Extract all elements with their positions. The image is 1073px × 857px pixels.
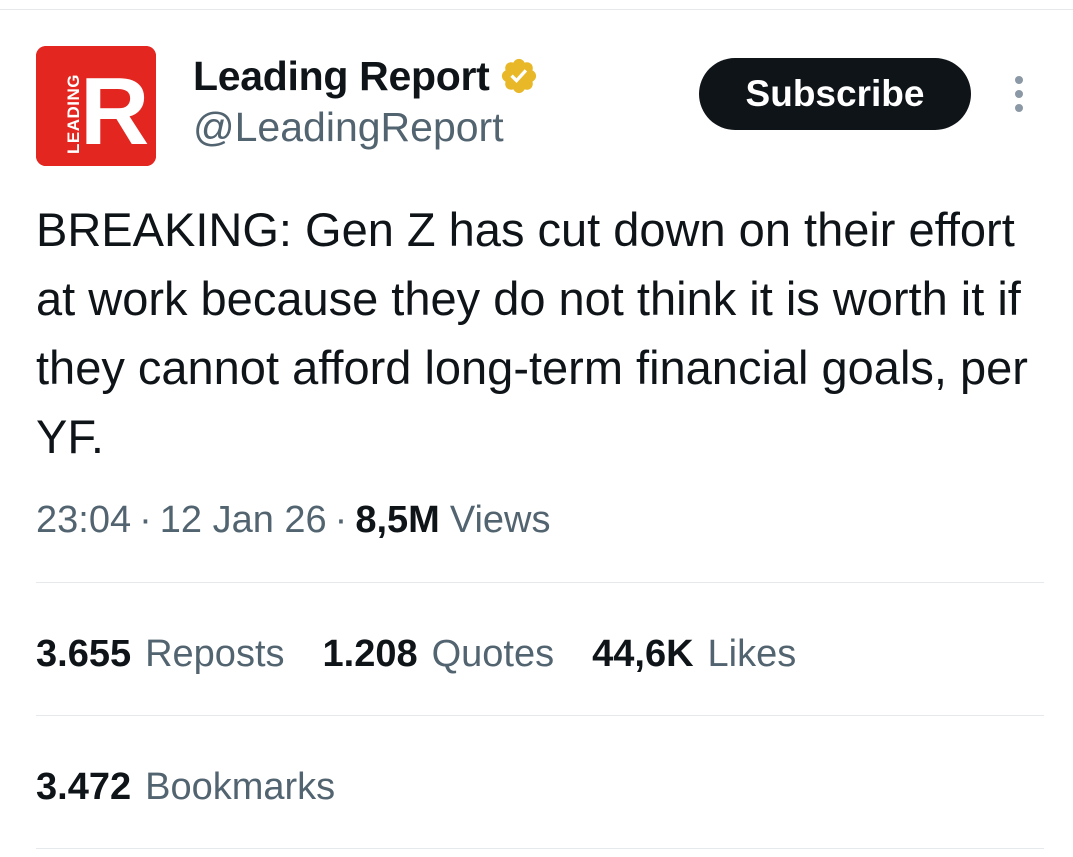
leading-report-logo: LEADING R [36, 46, 156, 166]
subscribe-button[interactable]: Subscribe [699, 58, 971, 130]
top-divider [0, 9, 1073, 10]
reposts-stat[interactable]: 3.655 Reposts [36, 633, 285, 676]
avatar[interactable]: LEADING R [36, 46, 156, 166]
divider [36, 848, 1044, 849]
reposts-label: Reposts [145, 632, 285, 675]
author-name[interactable]: Leading Report [193, 53, 490, 100]
engagement-stats: 3.655 Reposts 1.208 Quotes 44,6K Likes [36, 626, 834, 682]
bookmarks-stat[interactable]: 3.472 Bookmarks [36, 759, 335, 815]
tweet-meta: 23:04 · 12 Jan 26 · 8,5M Views [36, 492, 551, 548]
likes-label: Likes [707, 632, 797, 675]
svg-text:R: R [80, 58, 149, 165]
likes-stat[interactable]: 44,6K Likes [592, 633, 796, 676]
views-count[interactable]: 8,5M [355, 499, 439, 542]
bookmarks-label: Bookmarks [145, 765, 336, 808]
tweet-date[interactable]: 12 Jan 26 [160, 499, 327, 542]
quotes-count: 1.208 [322, 632, 418, 675]
verified-badge-icon[interactable] [499, 56, 539, 96]
tweet-text: BREAKING: Gen Z has cut down on their ef… [36, 203, 1028, 463]
likes-count: 44,6K [592, 632, 694, 675]
quotes-stat[interactable]: 1.208 Quotes [323, 633, 555, 676]
tweet-time[interactable]: 23:04 [36, 499, 131, 542]
author-handle[interactable]: @LeadingReport [193, 104, 504, 151]
views-label[interactable]: Views [450, 499, 551, 542]
divider [36, 582, 1044, 583]
quotes-label: Quotes [431, 632, 555, 675]
divider [36, 715, 1044, 716]
author-name-row: Leading Report [193, 52, 539, 100]
reposts-count: 3.655 [36, 632, 132, 675]
more-vertical-icon[interactable] [1007, 72, 1031, 116]
meta-separator: · [334, 498, 348, 541]
meta-separator: · [139, 498, 152, 541]
bookmarks-count: 3.472 [36, 765, 132, 808]
